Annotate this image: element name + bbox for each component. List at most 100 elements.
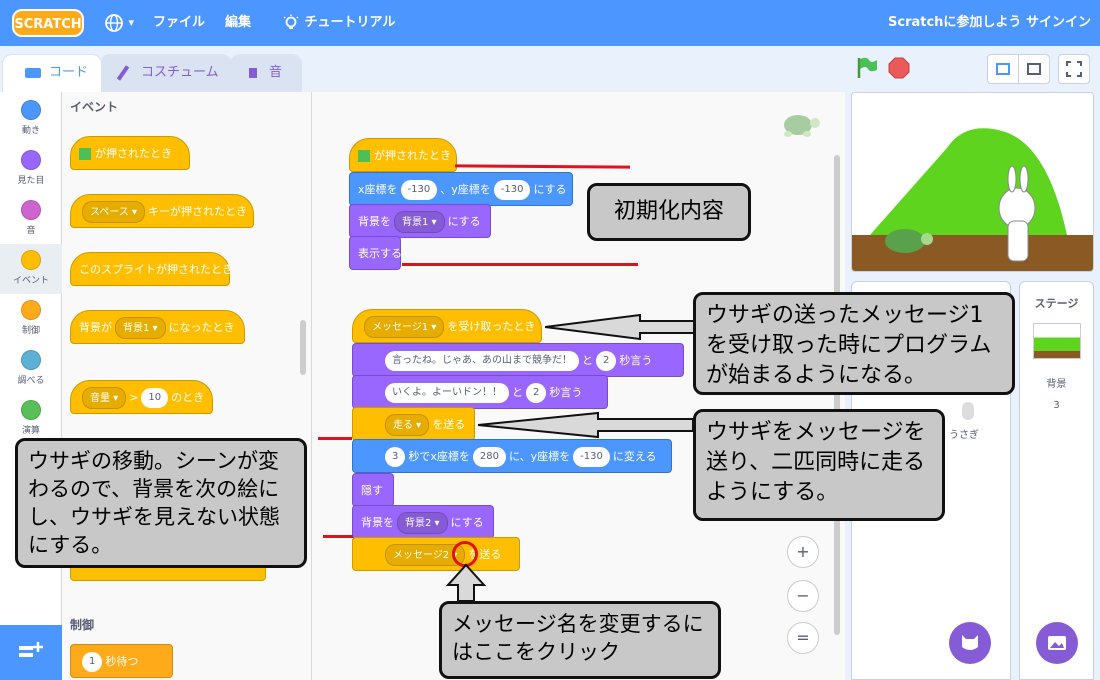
annotation-line-left-2 [323,535,353,538]
secs-input[interactable]: 2 [526,383,547,403]
add-extension-button[interactable] [0,625,62,680]
zoom-reset-button[interactable]: = [787,622,819,654]
say-for-secs-block-1[interactable]: 言ったね。じゃあ、あの山まで競争だ！と 2 秒言う [352,343,684,377]
category-sensing[interactable]: 調べる [0,344,62,394]
block-label: にする [447,215,481,228]
when-receive-hat-block[interactable]: メッセージ1 ▾ を受け取ったとき [352,309,542,343]
threshold-input[interactable]: 10 [141,388,169,408]
block-label: x座標を [358,183,398,196]
block-label: にする [533,183,567,196]
small-stage-icon [996,63,1010,75]
category-operators[interactable]: 演算 [0,394,62,444]
block-label: と [582,354,593,367]
x-input[interactable]: -130 [400,180,438,200]
y-input[interactable]: -130 [493,180,531,200]
globe-icon [105,13,123,32]
block-label: > [129,391,139,404]
callout-send: ウサギをメッセージを送り、二匹同時に走るようにする。 [693,409,945,521]
category-looks[interactable]: 見た目 [0,144,62,194]
palette-sprite-clicked-block[interactable]: このスプライトが押されたとき [70,252,233,286]
tab-code-label: コード [49,65,89,80]
tab-code[interactable]: コード [2,54,102,92]
palette-flag-clicked-block[interactable]: が押されたとき [70,136,190,170]
file-menu[interactable]: ファイル [153,0,205,46]
stop-icon[interactable] [887,56,911,80]
wait-input[interactable]: 1 [82,652,103,672]
palette-when-greater-than-block[interactable]: 音量 ▾ >10 のとき [70,380,213,414]
block-label: に、y座標を [508,450,571,463]
sprite-item-rabbit[interactable]: うさぎ [947,394,997,452]
green-flag-icon[interactable] [855,56,879,80]
secs-input[interactable]: 3 [385,447,406,467]
block-label: が押されたとき [95,147,172,160]
large-stage-button[interactable] [1018,54,1050,84]
choose-sprite-button[interactable] [949,622,991,664]
goto-xy-block[interactable]: x座標を -130 、y座標を -130 にする [349,172,573,206]
say-text-input[interactable]: 言ったね。じゃあ、あの山まで競争だ！ [385,351,579,371]
tab-costume[interactable]: コスチューム [100,54,232,92]
loudness-dropdown[interactable]: 音量 ▾ [82,387,127,409]
zoom-out-button[interactable]: − [787,580,819,612]
callout-move: ウサギの移動。シーンが変わるので、背景を次の絵にし、ウサギを見えない状態にする。 [15,438,307,568]
key-dropdown[interactable]: スペース ▾ [82,201,145,223]
secs-input[interactable]: 2 [596,351,617,371]
small-stage-button[interactable] [987,54,1019,84]
x-input[interactable]: 280 [472,447,506,467]
zoom-in-button[interactable]: + [787,536,819,568]
palette-wait-block[interactable]: 1 秒待つ [70,644,173,678]
category-dot [21,150,41,170]
palette-backdrop-switches-block[interactable]: 背景が 背景1 ▾ になったとき [70,310,245,344]
block-label: にする [450,516,484,529]
flag-clicked-hat-block[interactable]: が押されたとき [349,138,457,172]
sprite-name: うさぎ [949,430,979,441]
choose-backdrop-button[interactable] [1036,622,1078,664]
message-dropdown[interactable]: メッセージ1 ▾ [364,316,445,338]
category-events[interactable]: イベント [0,244,62,294]
block-label: 隠す [361,484,383,497]
block-label: 背景を [361,516,394,529]
category-label: 見た目 [17,176,45,186]
switch-backdrop-block-2[interactable]: 背景を 背景2 ▾ にする [352,505,494,539]
category-control[interactable]: 制御 [0,294,62,344]
message-dropdown[interactable]: 走る ▾ [385,414,430,436]
switch-backdrop-block[interactable]: 背景を 背景1 ▾ にする [349,204,491,238]
broadcast-run-block[interactable]: 走る ▾ を送る [352,407,475,441]
broadcast-message2-block[interactable]: メッセージ2 ▾ を送る [352,537,520,571]
category-label: イベント [12,276,49,286]
block-label: 秒でx座標を [408,450,470,463]
edit-menu[interactable]: 編集 [225,0,251,46]
block-label: を送る [432,418,466,431]
message-name: メッセージ2 [393,550,450,561]
backdrop-dropdown[interactable]: 背景1 ▾ [115,317,166,339]
stage-canvas[interactable] [851,92,1094,272]
backdrop-dropdown[interactable]: 背景2 ▾ [397,512,448,534]
category-motion[interactable]: 動き [0,94,62,144]
extension-icon [19,642,43,657]
callout-receive: ウサギの送ったメッセージ1を受け取った時にプログラムが始まるようになる。 [693,292,1015,395]
language-menu[interactable]: ▾ [104,0,134,46]
say-text-input[interactable]: いくよ。よーいドン！！ [385,383,509,403]
stage-panel[interactable]: ステージ 背景 3 [1019,281,1094,680]
category-dot [21,200,41,220]
palette-scrollbar[interactable] [300,320,306,375]
callout-click: メッセージ名を変更するにはここをクリック [439,601,721,679]
palette-key-pressed-block[interactable]: スペース ▾ キーが押されたとき [70,194,254,228]
hide-block[interactable]: 隠す [352,473,394,507]
workspace-scrollbar[interactable] [834,155,840,635]
tutorial-menu[interactable]: チュートリアル [282,0,395,46]
block-label: が押されたとき [374,149,451,162]
glide-to-xy-block[interactable]: 3 秒でx座標を 280 に、y座標を -130 に変える [352,439,672,473]
show-block[interactable]: 表示する [349,236,402,270]
block-label: このスプライトが押されたとき [79,263,233,276]
join-link[interactable]: Scratchに参加しよう [888,0,1021,46]
backdrop-dropdown[interactable]: 背景1 ▾ [394,211,445,233]
signin-link[interactable]: サインイン [1026,0,1091,46]
y-input[interactable]: -130 [573,447,610,467]
arrow-send [478,411,694,439]
fullscreen-button[interactable] [1058,54,1090,84]
events-title: イベント [70,100,119,114]
tab-sound[interactable]: 音 [230,54,302,92]
scratch-logo[interactable]: SCRATCH [12,9,84,37]
category-sound[interactable]: 音 [0,194,62,244]
say-for-secs-block-2[interactable]: いくよ。よーいドン！！と 2 秒言う [352,375,608,409]
